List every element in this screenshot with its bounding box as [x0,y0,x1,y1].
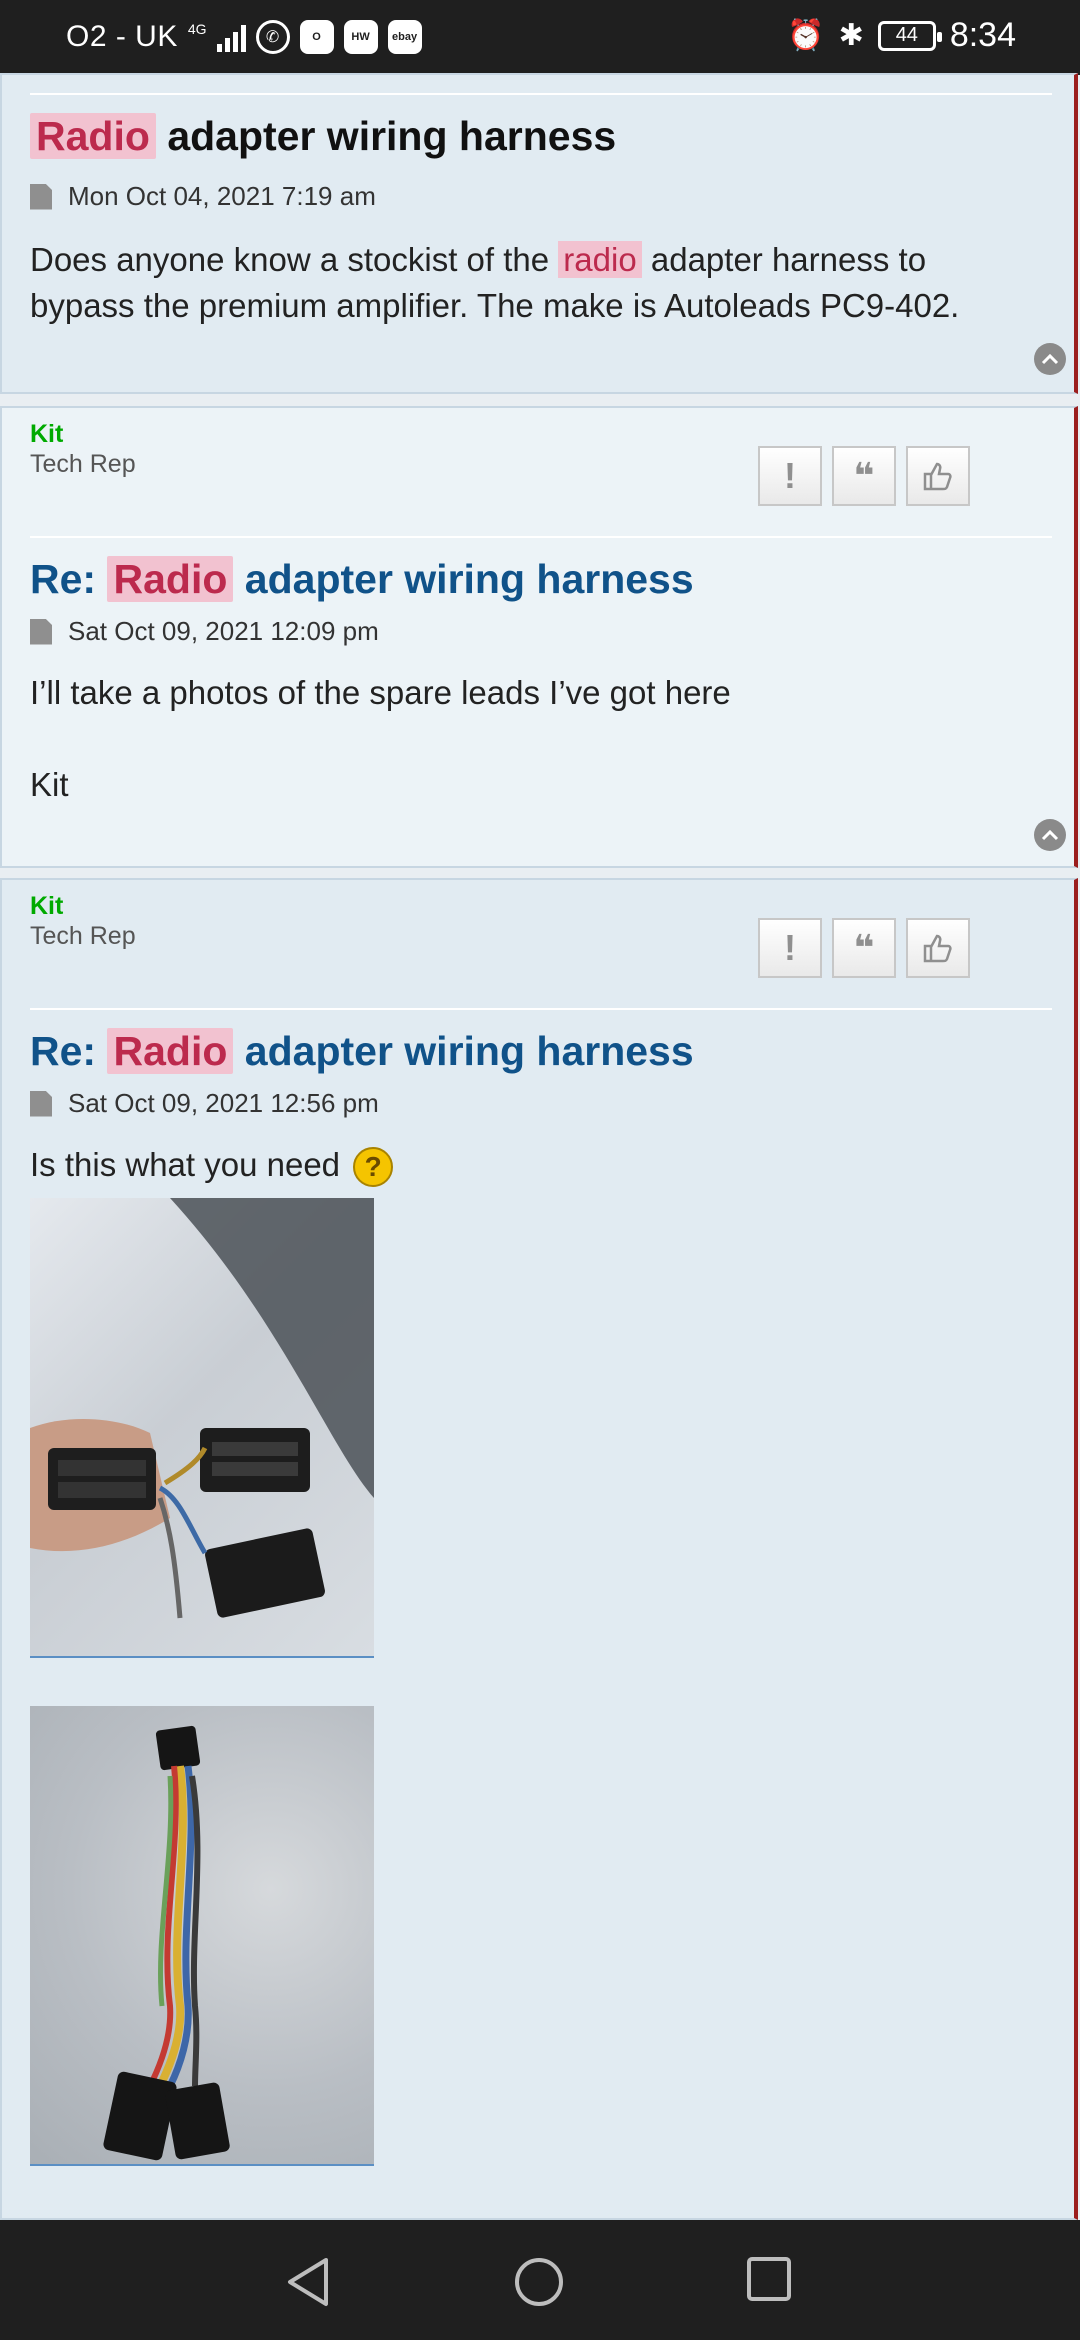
quote-button[interactable]: ❝ [832,446,896,506]
post-doc-icon[interactable] [30,618,52,645]
post-actions: ! ❝ [758,918,970,978]
post-date: Sat Oct 09, 2021 12:09 pm [68,616,379,646]
network-type: 4G [187,21,207,37]
post-divider [30,93,1052,95]
thumbs-up-icon [923,934,952,963]
outlook-icon: O [299,20,334,54]
post-reply-1: Kit Tech Rep ! ❝ Re: Radio adapter wirin… [0,406,1078,868]
like-button[interactable] [906,446,970,506]
topic-content: Radio adapter wiring harness Mon Oct 04,… [0,73,1080,2220]
title-text: adapter wiring harness [244,1028,694,1074]
report-button[interactable]: ! [758,918,822,978]
body-text: Is this what you need [30,1146,341,1183]
post-doc-icon[interactable] [30,1090,52,1117]
system-nav-bar [0,2220,1080,2340]
title-text: adapter wiring harness [167,113,617,159]
post-title[interactable]: Re: Radio adapter wiring harness [30,1028,694,1075]
post-body-line: I’ll take a photos of the spare leads I’… [30,674,731,711]
clock: 8:34 [949,16,1016,54]
post-date: Sat Oct 09, 2021 12:56 pm [68,1088,379,1118]
title-prefix: Re: [30,1028,97,1074]
battery-level: 44 [895,24,918,46]
whatsapp-icon: ✆ [255,20,290,54]
title-highlight: Radio [107,556,234,602]
post-date: Mon Oct 04, 2021 7:19 am [68,181,376,211]
connector-photo-icon [30,1198,374,1619]
harness-photo-icon [103,1725,230,2161]
post-divider [30,1008,1052,1010]
post-meta: Sat Oct 09, 2021 12:56 pm [30,1088,379,1119]
back-nav-button[interactable] [284,2256,332,2313]
author-rank: Tech Rep [30,922,136,950]
back-to-top-icon[interactable] [1034,343,1066,375]
like-button[interactable] [906,918,970,978]
post-signature: Kit [30,766,69,803]
attachment-photo-harness[interactable] [30,1706,374,2166]
title-text: adapter wiring harness [244,556,694,602]
back-triangle-icon [288,2258,328,2306]
post-title[interactable]: Radio adapter wiring harness [30,113,616,160]
huawei-icon: HW [343,20,378,54]
title-highlight: Radio [107,1028,234,1074]
post-body: Does anyone know a stockist of the radio… [30,237,1030,329]
carrier-label: O2 - UK [66,20,178,53]
post-divider [30,536,1052,538]
post-doc-icon[interactable] [30,183,52,210]
post-title[interactable]: Re: Radio adapter wiring harness [30,556,694,603]
thumbs-up-icon [923,462,952,491]
home-circle-icon [515,2258,563,2306]
battery-icon: 44 [877,20,942,51]
post-author[interactable]: Kit [30,420,63,449]
title-highlight: Radio [30,113,156,159]
body-text-before: Does anyone know a stockist of the [30,241,550,278]
post-author[interactable]: Kit [30,892,63,921]
post-meta: Mon Oct 04, 2021 7:19 am [30,181,376,212]
status-left: O2 - UK 4G ✆ O HW ebay [66,20,422,54]
status-right: ⏰ ✱ 44 8:34 [787,16,1016,55]
status-bar: O2 - UK 4G ✆ O HW ebay ⏰ ✱ 44 8:34 [0,0,1080,75]
post-body: Is this what you need ? [30,1142,394,1188]
author-rank: Tech Rep [30,450,136,478]
ebay-icon: ebay [387,20,422,54]
home-nav-button[interactable] [513,2256,565,2313]
title-prefix: Re: [30,556,97,602]
signal-icon [216,22,246,52]
quote-button[interactable]: ❝ [832,918,896,978]
question-smiley-icon: ? [353,1147,394,1188]
post-actions: ! ❝ [758,446,970,506]
post-original: Radio adapter wiring harness Mon Oct 04,… [0,73,1078,394]
alarm-icon: ⏰ [787,19,825,52]
bluetooth-icon: ✱ [838,19,864,52]
post-reply-2: Kit Tech Rep ! ❝ Re: Radio adapter wirin… [0,878,1078,2220]
back-to-top-icon[interactable] [1034,819,1066,851]
post-meta: Sat Oct 09, 2021 12:09 pm [30,616,379,647]
body-highlight: radio [558,241,642,278]
report-button[interactable]: ! [758,446,822,506]
recents-nav-button[interactable] [746,2256,792,2307]
attachment-photo-connectors[interactable] [30,1198,374,1658]
recents-square-icon [747,2257,791,2301]
